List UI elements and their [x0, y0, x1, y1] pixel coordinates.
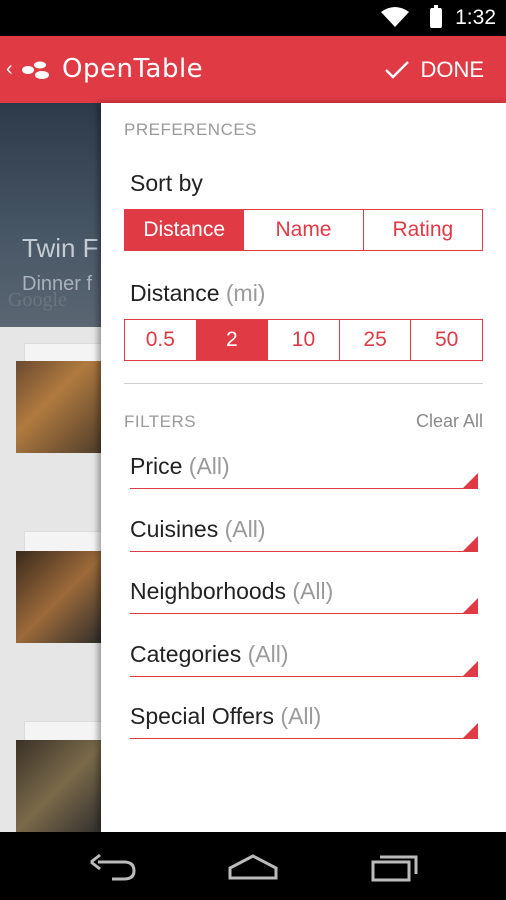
restaurant-thumbnail: [16, 551, 106, 643]
filter-categories-spinner[interactable]: Categories (All): [130, 637, 478, 677]
filter-name: Neighborhoods: [130, 578, 287, 604]
hero-title: Twin F: [22, 233, 99, 263]
filter-name: Price: [130, 453, 183, 479]
map-watermark: Google: [8, 289, 67, 311]
sort-option-name[interactable]: Name: [243, 210, 363, 250]
distance-option-10[interactable]: 10: [267, 320, 339, 360]
distance-option-2[interactable]: 2: [195, 320, 268, 360]
recents-icon[interactable]: [370, 852, 420, 887]
filter-neighborhoods-spinner[interactable]: Neighborhoods (All): [130, 574, 478, 614]
preferences-header: PREFERENCES: [124, 120, 258, 139]
filter-value: (All): [247, 641, 289, 667]
divider: [124, 383, 483, 384]
distance-label: Distance (mi): [130, 280, 265, 307]
filter-value: (All): [280, 703, 322, 729]
filter-price-spinner[interactable]: Price (All): [130, 449, 478, 489]
system-navigation-bar: [0, 832, 506, 900]
preferences-drawer: PREFERENCES Sort by Distance Name Rating…: [101, 103, 506, 832]
filter-value: (All): [292, 578, 334, 604]
filter-value: (All): [224, 516, 266, 542]
sort-by-label: Sort by: [130, 170, 203, 196]
sort-option-rating[interactable]: Rating: [362, 210, 482, 250]
back-icon[interactable]: [88, 852, 138, 887]
action-bar: ‹ OpenTable DONE: [0, 36, 506, 103]
app-title: OpenTable: [62, 54, 204, 84]
home-icon[interactable]: [226, 852, 280, 887]
wifi-icon: [380, 6, 410, 33]
clear-all-button[interactable]: Clear All: [416, 411, 483, 432]
distance-label-text: Distance: [130, 280, 220, 306]
sort-option-distance[interactable]: Distance: [125, 210, 244, 250]
filter-cuisines-spinner[interactable]: Cuisines (All): [130, 512, 478, 552]
status-time: 1:32: [455, 6, 496, 29]
distance-option-0-5[interactable]: 0.5: [125, 320, 196, 360]
filter-name: Cuisines: [130, 516, 219, 542]
filter-name: Categories: [130, 641, 242, 667]
opentable-logo-icon[interactable]: [18, 58, 54, 82]
dropdown-corner-icon: [463, 536, 478, 551]
filter-special-offers-label: Special Offers (All): [130, 703, 321, 730]
up-caret-icon[interactable]: ‹: [6, 58, 13, 81]
distance-option-50[interactable]: 50: [410, 320, 482, 360]
filter-price-label: Price (All): [130, 453, 230, 480]
dropdown-corner-icon: [463, 473, 478, 488]
checkmark-icon: [384, 59, 410, 81]
filter-cuisines-label: Cuisines (All): [130, 516, 266, 543]
distance-unit: (mi): [225, 280, 266, 306]
battery-icon: [430, 5, 442, 28]
done-label: DONE: [420, 57, 484, 82]
filter-special-offers-spinner[interactable]: Special Offers (All): [130, 699, 478, 739]
filter-categories-label: Categories (All): [130, 641, 289, 668]
filter-value: (All): [188, 453, 230, 479]
dropdown-corner-icon: [463, 723, 478, 738]
restaurant-thumbnail: [16, 740, 106, 832]
distance-segmented-control: 0.5 2 10 25 50: [124, 319, 483, 361]
status-bar: 1:32: [0, 0, 506, 36]
dropdown-corner-icon: [463, 598, 478, 613]
filters-header: FILTERS: [124, 412, 197, 431]
filter-name: Special Offers: [130, 703, 275, 729]
filter-neighborhoods-label: Neighborhoods (All): [130, 578, 333, 605]
distance-option-25[interactable]: 25: [338, 320, 411, 360]
dropdown-corner-icon: [463, 661, 478, 676]
sort-segmented-control: Distance Name Rating: [124, 209, 483, 251]
done-button[interactable]: DONE: [384, 52, 484, 88]
restaurant-thumbnail: [16, 361, 106, 453]
